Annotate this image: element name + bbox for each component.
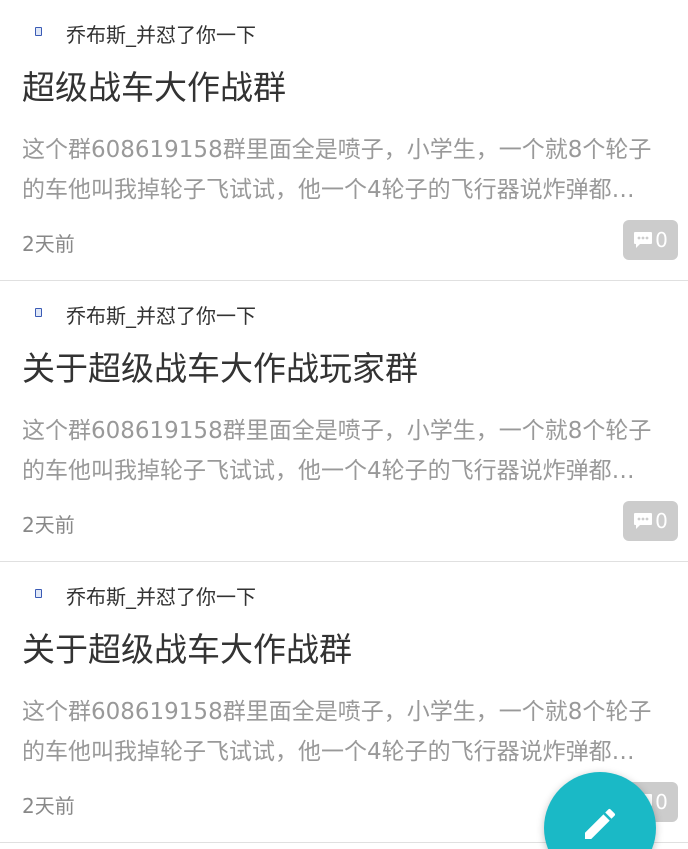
- excerpt-line: 这个群608619158群里面全是喷子，小学生，一个就8个轮子: [22, 137, 652, 163]
- comment-count-badge[interactable]: 0: [623, 220, 678, 260]
- excerpt-line: 的车他叫我掉轮子飞试试，他一个4轮子的飞行器说炸弹都…: [22, 739, 635, 765]
- author-row[interactable]: 乔布斯_并怼了你一下: [30, 580, 256, 610]
- post-title[interactable]: 关于超级战车大作战群: [22, 628, 352, 672]
- post-title[interactable]: 超级战车大作战群: [22, 66, 286, 110]
- author-row[interactable]: 乔布斯_并怼了你一下: [30, 18, 256, 48]
- author-name[interactable]: 乔布斯_并怼了你一下: [66, 300, 256, 329]
- post-excerpt: 这个群608619158群里面全是喷子，小学生，一个就8个轮子 的车他叫我掉轮子…: [22, 411, 662, 491]
- post-card[interactable]: 乔布斯_并怼了你一下 超级战车大作战群 这个群608619158群里面全是喷子，…: [0, 0, 688, 281]
- avatar[interactable]: [30, 306, 46, 322]
- post-feed: 乔布斯_并怼了你一下 超级战车大作战群 这个群608619158群里面全是喷子，…: [0, 0, 688, 849]
- comment-count-badge[interactable]: 0: [623, 501, 678, 541]
- comment-count: 0: [655, 509, 668, 533]
- excerpt-line: 的车他叫我掉轮子飞试试，他一个4轮子的飞行器说炸弹都…: [22, 177, 635, 203]
- author-row[interactable]: 乔布斯_并怼了你一下: [30, 299, 256, 329]
- excerpt-line: 的车他叫我掉轮子飞试试，他一个4轮子的飞行器说炸弹都…: [22, 458, 635, 484]
- avatar[interactable]: [30, 587, 46, 603]
- post-time: 2天前: [22, 794, 75, 818]
- comment-count: 0: [655, 228, 668, 252]
- post-title[interactable]: 关于超级战车大作战玩家群: [22, 347, 418, 391]
- chat-bubble-icon: [634, 513, 653, 529]
- post-time: 2天前: [22, 513, 75, 537]
- author-name[interactable]: 乔布斯_并怼了你一下: [66, 19, 256, 48]
- post-time: 2天前: [22, 232, 75, 256]
- excerpt-line: 这个群608619158群里面全是喷子，小学生，一个就8个轮子: [22, 418, 652, 444]
- excerpt-line: 这个群608619158群里面全是喷子，小学生，一个就8个轮子: [22, 699, 652, 725]
- author-name[interactable]: 乔布斯_并怼了你一下: [66, 581, 256, 610]
- post-card[interactable]: 乔布斯_并怼了你一下 关于超级战车大作战玩家群 这个群608619158群里面全…: [0, 281, 688, 562]
- post-excerpt: 这个群608619158群里面全是喷子，小学生，一个就8个轮子 的车他叫我掉轮子…: [22, 130, 662, 210]
- pencil-icon: [585, 808, 616, 839]
- chat-bubble-icon: [634, 232, 653, 248]
- post-excerpt: 这个群608619158群里面全是喷子，小学生，一个就8个轮子 的车他叫我掉轮子…: [22, 692, 662, 772]
- avatar[interactable]: [30, 25, 46, 41]
- comment-count: 0: [655, 790, 668, 814]
